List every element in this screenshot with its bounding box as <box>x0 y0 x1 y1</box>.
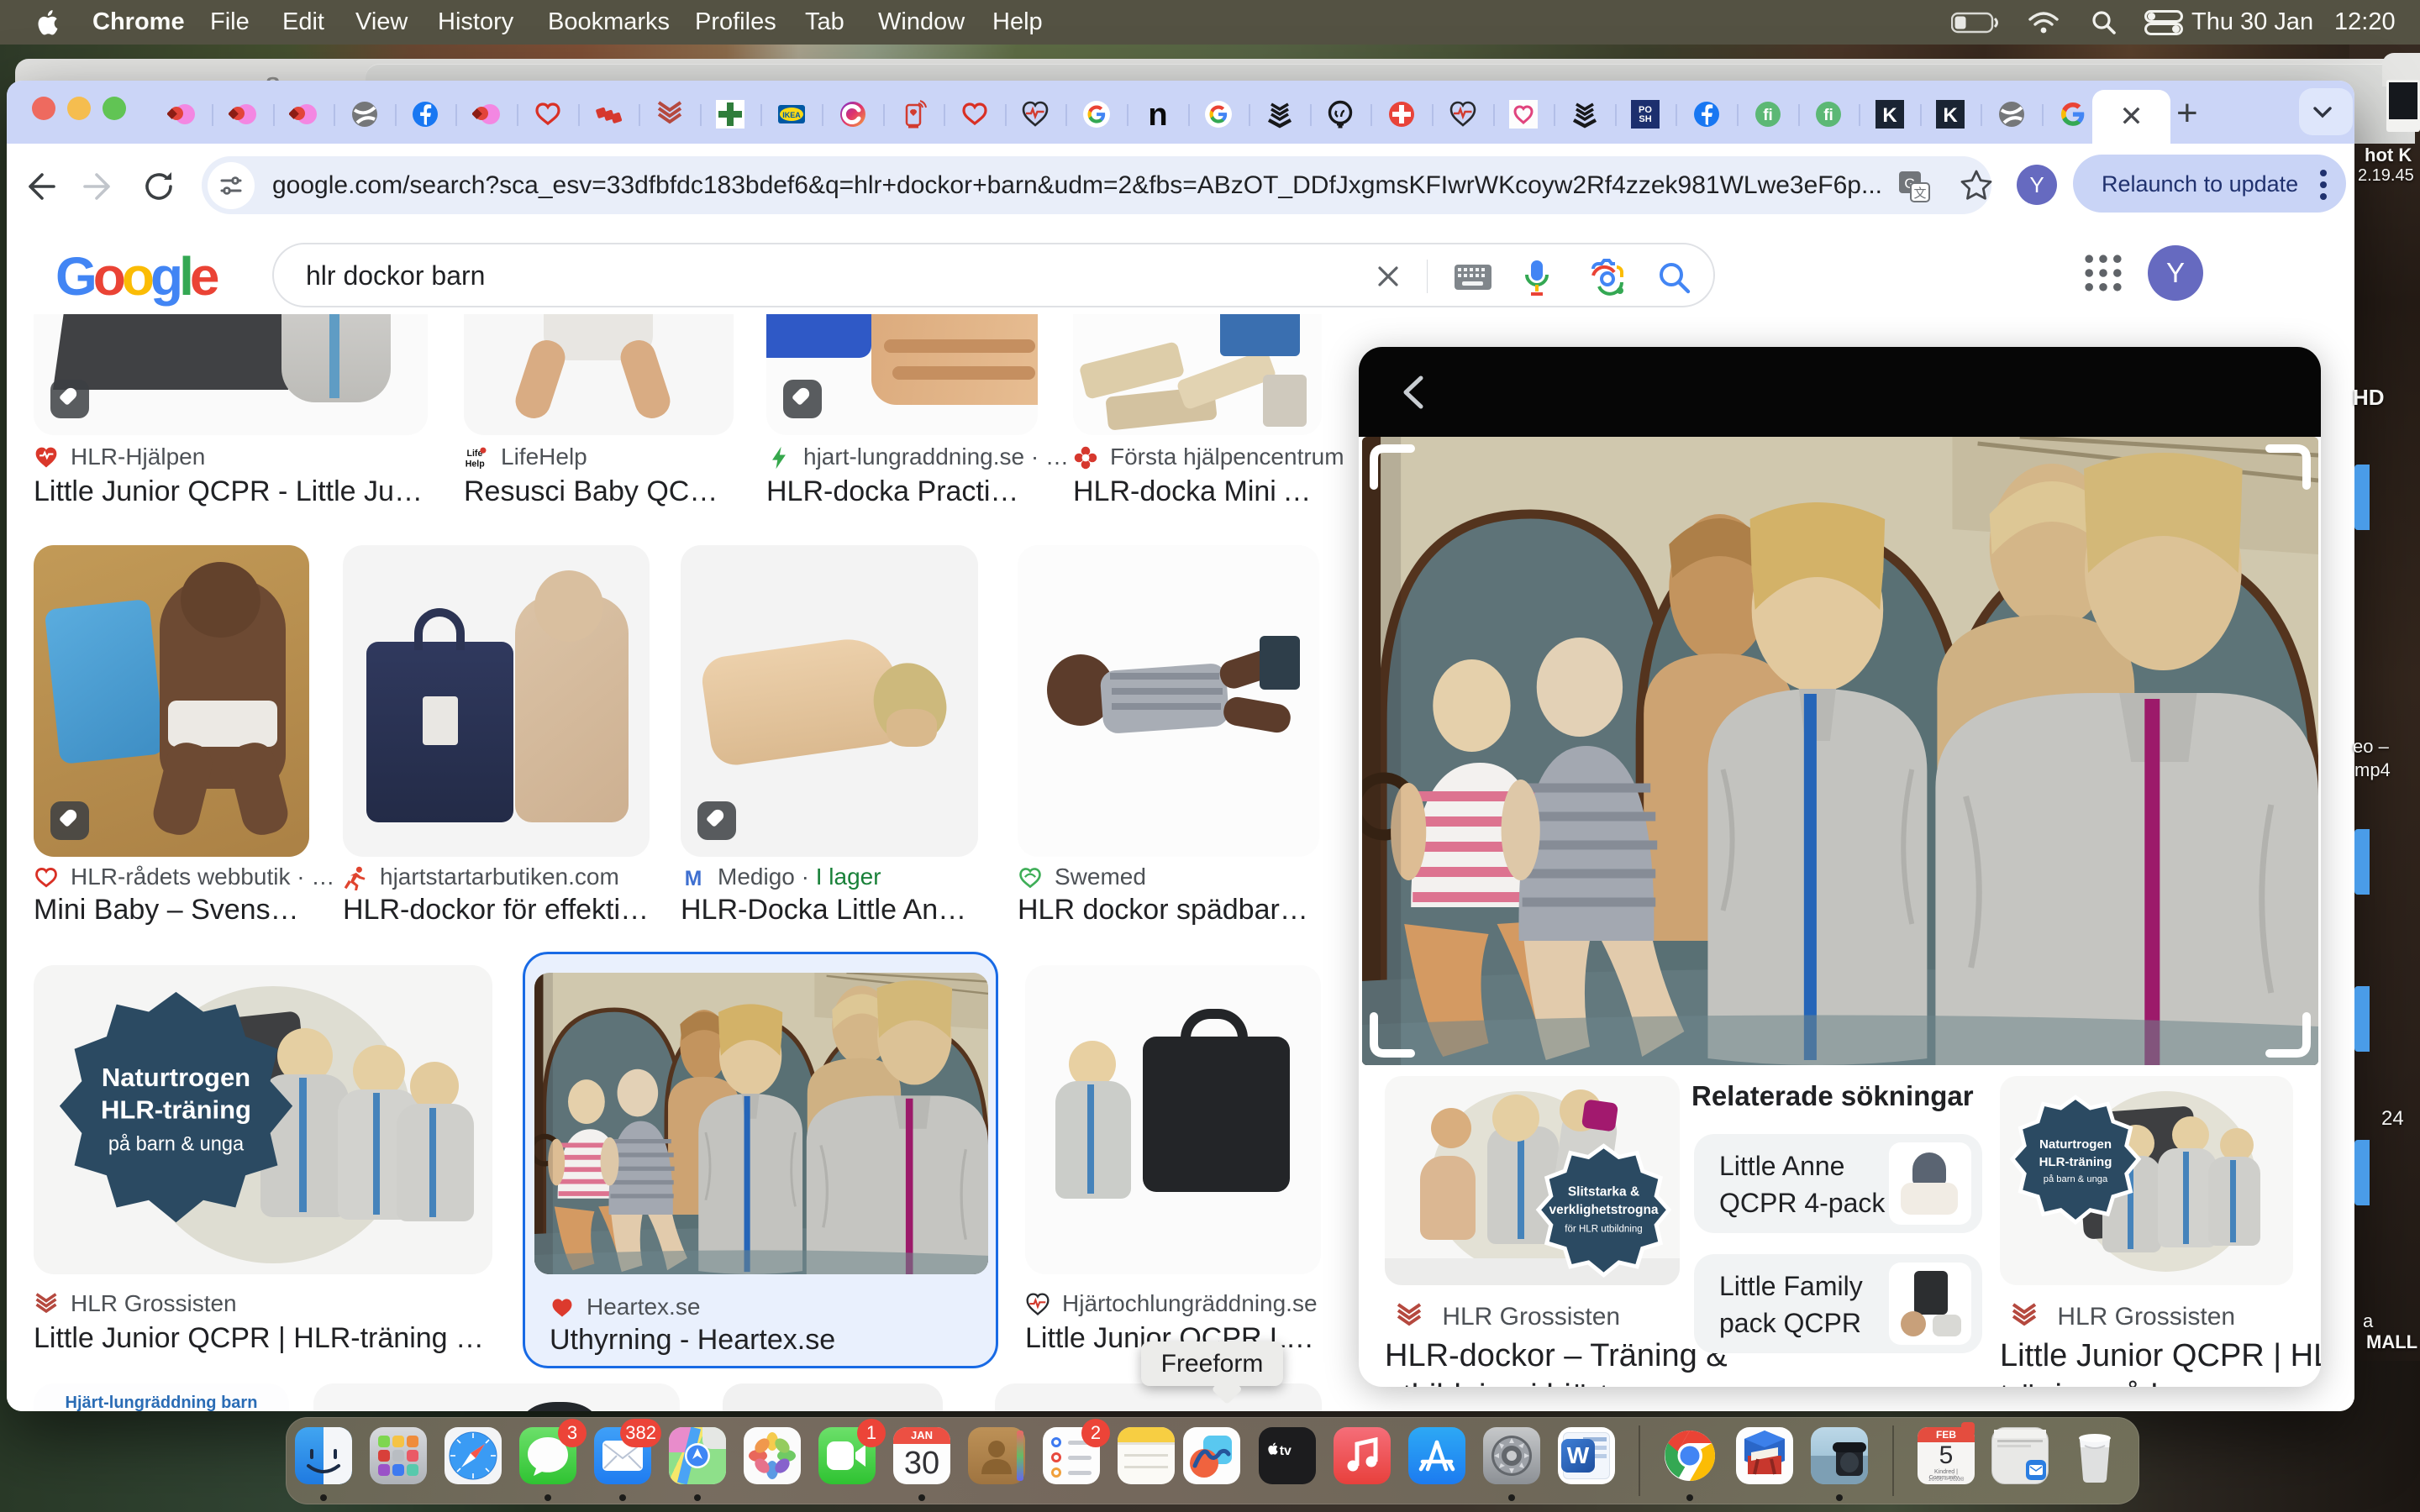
svg-text:på barn & unga: på barn & unga <box>108 1133 245 1156</box>
svg-text:verklighetstrogna: verklighetstrogna <box>1549 1203 1658 1217</box>
svg-text:文: 文 <box>1913 186 1926 201</box>
svg-text:för HLR utbildning: för HLR utbildning <box>1565 1225 1642 1235</box>
svg-text:på barn & unga: på barn & unga <box>2044 1174 2108 1184</box>
svg-text:Naturtrogen: Naturtrogen <box>102 1063 250 1092</box>
svg-text:HLR-träning: HLR-träning <box>101 1095 251 1124</box>
svg-text:Naturtrogen: Naturtrogen <box>2039 1137 2112 1152</box>
svg-text:Slitstarka &: Slitstarka & <box>1568 1185 1639 1200</box>
svg-text:HLR-träning: HLR-träning <box>2039 1155 2112 1169</box>
svg-text:tv: tv <box>1280 1444 1292 1458</box>
